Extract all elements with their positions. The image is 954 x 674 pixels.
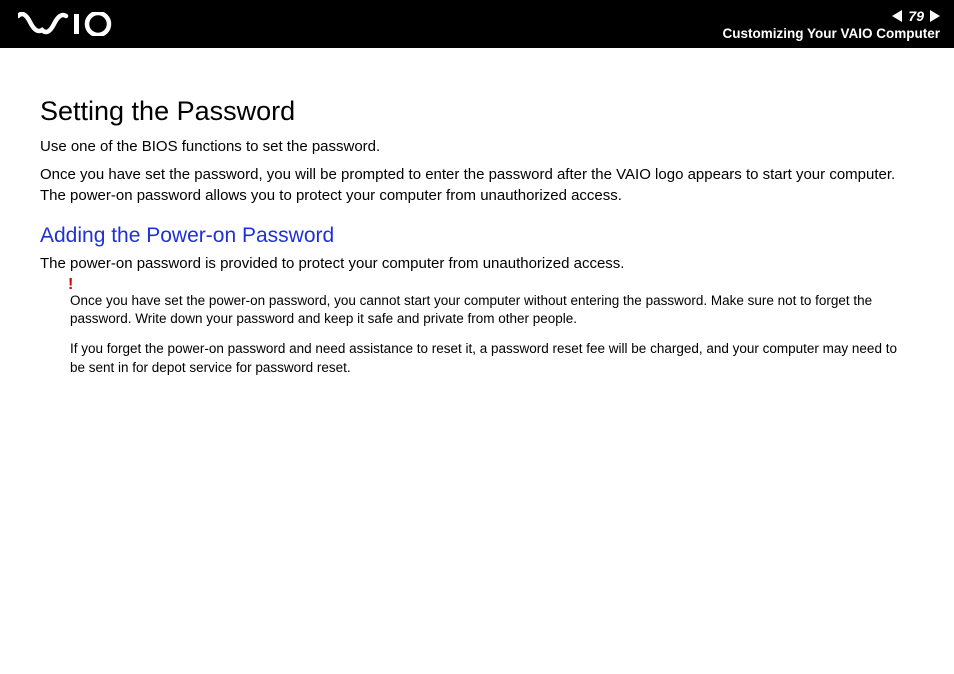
prev-page-arrow-icon[interactable] [892, 10, 902, 22]
header-right: 79 Customizing Your VAIO Computer [722, 8, 940, 41]
warning-paragraph-1: Once you have set the power-on password,… [70, 292, 914, 328]
warning-icon: ! [68, 276, 73, 294]
page-title: Setting the Password [40, 96, 914, 127]
intro-paragraph-2: Once you have set the password, you will… [40, 165, 914, 206]
pager: 79 [892, 8, 940, 24]
warning-paragraph-2: If you forget the power-on password and … [70, 340, 914, 376]
page-number: 79 [908, 8, 924, 24]
section-name: Customizing Your VAIO Computer [722, 26, 940, 41]
subheading: Adding the Power-on Password [40, 224, 914, 248]
next-page-arrow-icon[interactable] [930, 10, 940, 22]
vaio-logo [18, 12, 128, 36]
sub-intro: The power-on password is provided to pro… [40, 254, 914, 274]
page-content: Setting the Password Use one of the BIOS… [0, 48, 954, 377]
intro-paragraph-1: Use one of the BIOS functions to set the… [40, 137, 914, 157]
warning-block: ! Once you have set the power-on passwor… [40, 292, 914, 377]
header-bar: 79 Customizing Your VAIO Computer [0, 0, 954, 48]
